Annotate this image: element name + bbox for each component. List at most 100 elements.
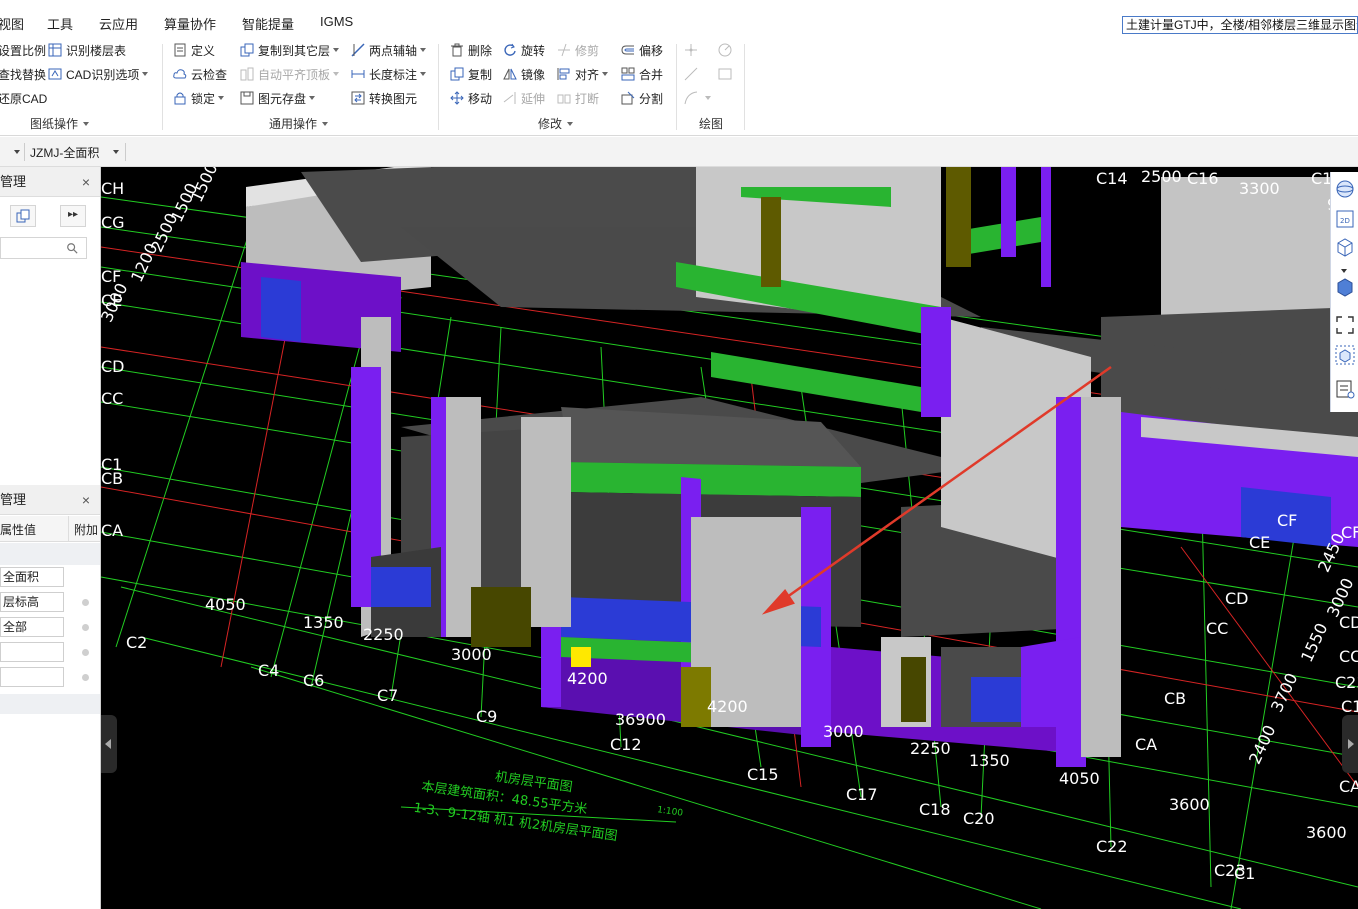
chevron-down-icon: [333, 48, 340, 52]
find-replace-button[interactable]: 查找替换: [0, 64, 46, 84]
property-value[interactable]: 全部: [0, 617, 64, 637]
ribbon: 设置比例 识别楼层表 查找替换 CAD识别选项 还原CAD 图纸操作 定义 复制…: [0, 40, 1358, 136]
dim-label: 2250: [363, 625, 404, 644]
lock-label: 锁定: [191, 91, 216, 106]
shaded-view-button[interactable]: [1334, 276, 1356, 298]
dynamic-observe-button[interactable]: [1334, 178, 1356, 200]
close-icon[interactable]: ×: [82, 167, 90, 197]
draw-line-button[interactable]: [684, 64, 702, 84]
table-row[interactable]: 全面积: [0, 564, 100, 589]
element-type-combo[interactable]: [0, 142, 24, 162]
zoom-extents-button[interactable]: [1334, 314, 1356, 336]
element-name-combo[interactable]: JZMJ-全面积: [30, 142, 124, 162]
group-drawing-ops[interactable]: 图纸操作: [30, 115, 90, 132]
close-icon[interactable]: ×: [82, 485, 90, 515]
group-modify[interactable]: 修改: [538, 115, 574, 132]
menu-igms[interactable]: IGMS: [320, 14, 353, 29]
table-row[interactable]: [0, 639, 100, 664]
table-row[interactable]: 全部: [0, 614, 100, 639]
identify-floor-table-button[interactable]: 识别楼层表: [48, 40, 126, 60]
menu-cloud-app[interactable]: 云应用: [99, 14, 138, 33]
cad-options-icon: [48, 67, 62, 81]
combo-divider: [125, 143, 126, 161]
extra-checkbox[interactable]: [82, 599, 89, 606]
two-point-axis-button[interactable]: 两点辅轴: [351, 40, 427, 60]
auto-align-slab-button[interactable]: 自动平齐顶板: [240, 64, 340, 84]
define-button[interactable]: 定义: [173, 40, 215, 60]
property-panel-header: 管理 ×: [0, 485, 100, 515]
extra-checkbox[interactable]: [82, 674, 89, 681]
axis-label-CB-right: CB: [1164, 689, 1187, 708]
convert-element-button[interactable]: 转换图元: [351, 88, 417, 108]
3d-viewport[interactable]: CH CG CF CE CD CC C1 CB CA C14 C16 C1 C2…: [101, 167, 1358, 909]
cloud-check-button[interactable]: 云检查: [173, 64, 227, 84]
extend-button[interactable]: 延伸: [503, 88, 545, 108]
view-3d-button[interactable]: [1334, 236, 1356, 258]
mirror-button[interactable]: 镜像: [503, 64, 545, 84]
display-settings-button[interactable]: [1334, 378, 1356, 400]
split-icon: [621, 91, 635, 105]
axis-label-C9: C9: [476, 707, 498, 726]
rotate-button[interactable]: 旋转: [503, 40, 545, 60]
property-value[interactable]: [0, 642, 64, 662]
table-row[interactable]: 层标高: [0, 589, 100, 614]
offset-button[interactable]: 偏移: [621, 40, 663, 60]
beam-green: [561, 462, 861, 497]
draw-rect-button[interactable]: [718, 64, 736, 84]
collapse-left-handle[interactable]: [101, 715, 117, 773]
extra-checkbox[interactable]: [82, 649, 89, 656]
view-dropdown[interactable]: [1334, 262, 1356, 273]
menu-view[interactable]: 视图: [0, 14, 24, 33]
extra-checkbox[interactable]: [82, 624, 89, 631]
delete-button[interactable]: 删除: [450, 40, 492, 60]
merge-button[interactable]: 合并: [621, 64, 663, 84]
search-icon: [67, 243, 78, 254]
more-actions-button[interactable]: ▸▸: [60, 205, 86, 227]
group-common-ops[interactable]: 通用操作: [269, 115, 329, 132]
help-search-input[interactable]: 土建计量GTJ中，全楼/相邻楼层三维显示图元: [1122, 16, 1358, 34]
set-scale-button[interactable]: 设置比例: [0, 40, 46, 60]
axis-label-CD: CD: [101, 357, 125, 376]
menu-smart-extract[interactable]: 智能提量: [242, 14, 294, 33]
draw-point-button[interactable]: [684, 40, 702, 60]
axis-label-CC: CC: [101, 389, 124, 408]
table-row[interactable]: [0, 664, 100, 689]
axis-label-C1-far: C1: [1341, 697, 1358, 716]
length-dimension-button[interactable]: 长度标注: [351, 64, 427, 84]
restore-cad-button[interactable]: 还原CAD: [0, 88, 47, 108]
split-button[interactable]: 分割: [621, 88, 663, 108]
collapse-right-handle[interactable]: [1342, 715, 1358, 773]
break-button[interactable]: 打断: [557, 88, 599, 108]
element-save-button[interactable]: 图元存盘: [240, 88, 316, 108]
draw-circle-button[interactable]: [718, 40, 736, 60]
offset-icon: [621, 43, 635, 57]
trim-button[interactable]: 修剪: [557, 40, 599, 60]
align-button[interactable]: 对齐: [557, 64, 609, 84]
copy-to-other-floor-button[interactable]: 复制到其它层: [240, 40, 340, 60]
menu-collab[interactable]: 算量协作: [164, 14, 216, 33]
element-name-value: JZMJ-全面积: [30, 145, 100, 160]
local-3d-button[interactable]: [1334, 344, 1356, 366]
property-value[interactable]: 层标高: [0, 592, 64, 612]
draw-arc-button[interactable]: [684, 88, 711, 108]
menu-tools[interactable]: 工具: [47, 14, 73, 33]
dim-label: 3600: [1306, 823, 1347, 842]
mirror-icon: [503, 67, 517, 81]
dim-label: 4050: [205, 595, 246, 614]
dim-label: 3300: [1239, 179, 1280, 198]
lock-button[interactable]: 锁定: [173, 88, 225, 108]
axis-label-C18: C18: [919, 800, 951, 819]
merge-label: 合并: [639, 67, 664, 82]
trim-icon: [557, 43, 571, 57]
copy-component-button[interactable]: [10, 205, 36, 227]
cad-identify-options-button[interactable]: CAD识别选项: [48, 64, 149, 84]
property-value[interactable]: [0, 667, 64, 687]
axis-label-C12: C12: [610, 735, 642, 754]
two-point-axis-label: 两点辅轴: [369, 43, 418, 58]
component-search-input[interactable]: [0, 237, 87, 259]
copy-to-other-floor-label: 复制到其它层: [258, 43, 331, 58]
property-value[interactable]: 全面积: [0, 567, 64, 587]
view-2d-button[interactable]: 2D: [1334, 208, 1356, 230]
move-button[interactable]: 移动: [450, 88, 492, 108]
copy-button[interactable]: 复制: [450, 64, 492, 84]
